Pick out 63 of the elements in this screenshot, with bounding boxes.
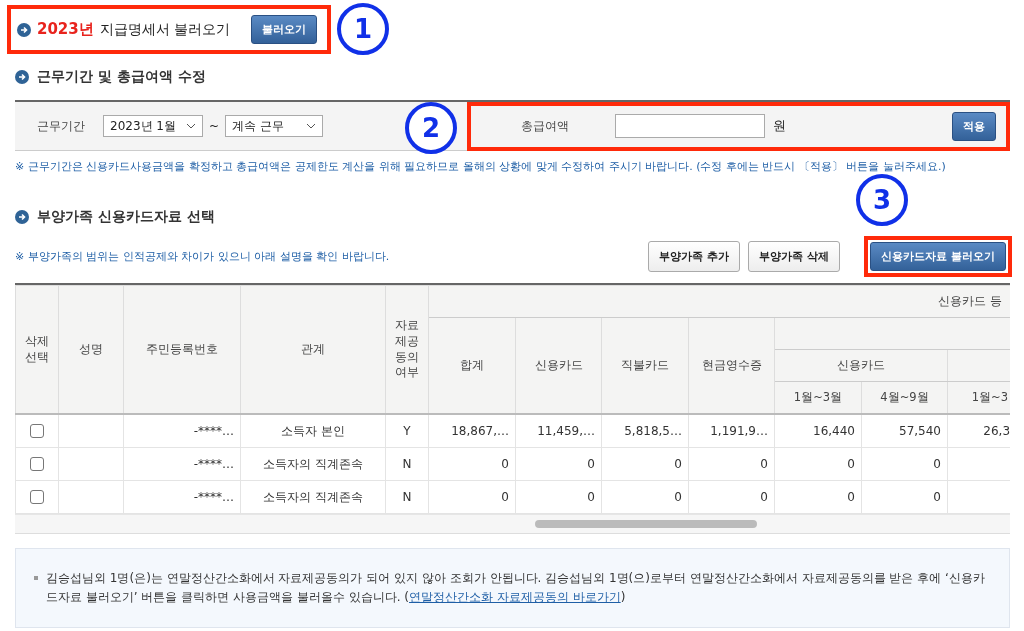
- column-header: 직불카드: [601, 317, 689, 414]
- column-header: 주민등록번호: [123, 285, 241, 414]
- table-cell: Y: [385, 414, 429, 448]
- column-group-header: 신용카드 등: [428, 285, 1010, 318]
- column-header: 삭제선택: [15, 285, 59, 414]
- salary-label: 총급여액: [521, 117, 569, 135]
- year-label: 2023년: [37, 20, 94, 39]
- step-number-badge: 3: [856, 174, 909, 226]
- table-cell: N: [385, 480, 429, 514]
- dependent-button[interactable]: 부양가족 추가: [648, 241, 741, 272]
- section-title: 지급명세서 불러오기: [99, 20, 231, 39]
- info-text: 김승섭님외 1명(은)는 연말정산간소화에서 자료제공동의가 되어 있지 않아 조회가 안됩니다. 김승섭님외 1명(으)로부터 연말정산간소화에서 자료제공동의를 받은 후에 ‘신용카드자료 불러오기’ 버튼을 클릭하면 사용금액을 불러올수 있습니다. (연말정산간소화 자료제공동의 바로가기): [46, 570, 986, 607]
- table-cell: 57,540: [861, 414, 948, 448]
- column-header: 합계: [428, 317, 516, 414]
- step-number-badge: 1: [337, 3, 389, 55]
- table-cell: 0: [428, 480, 516, 514]
- table-cell: 0: [688, 480, 775, 514]
- table-cell: 0: [428, 447, 516, 481]
- unit-label: 원: [773, 117, 786, 135]
- table-cell: 0: [861, 447, 948, 481]
- table-cell: 0: [688, 447, 775, 481]
- end-dropdown[interactable]: 계속 근무: [225, 115, 324, 137]
- step-number-badge: 2: [405, 101, 457, 154]
- table-cell: 0: [601, 447, 689, 481]
- column-header: 현금영수증: [688, 317, 775, 414]
- table-cell: 소득자의 직계존속: [240, 480, 386, 514]
- section-heading: 부양가족 신용카드자료 선택: [37, 208, 215, 226]
- column-header: 자료제공동의여부: [385, 285, 429, 414]
- column-header: 관계: [240, 285, 386, 414]
- column-header: 1월~3월: [774, 381, 862, 414]
- table-cell: 18,867,…: [428, 414, 516, 448]
- table-cell: 1,191,9…: [688, 414, 775, 448]
- table-cell: -****…: [123, 447, 241, 481]
- load-button[interactable]: 불러오기: [251, 15, 317, 44]
- table-cell: 소득자의 직계존속: [240, 447, 386, 481]
- table-cell: -****…: [123, 414, 241, 448]
- start-dropdown[interactable]: 2023년 1월: [103, 115, 203, 137]
- table-cell: 0: [861, 480, 948, 514]
- table-cell: -****…: [123, 480, 241, 514]
- period-label: 근무기간: [37, 117, 85, 135]
- table-cell: 0: [774, 480, 862, 514]
- dependent-button[interactable]: 부양가족 삭제: [748, 241, 841, 272]
- table-cell: 0: [601, 480, 689, 514]
- table-cell: 5,818,5…: [601, 414, 689, 448]
- section-heading: 근무기간 및 총급여액 수정: [37, 68, 206, 86]
- notice-text: ※ 부양가족의 범위는 인적공제와 차이가 있으니 아래 설명을 확인 바랍니다.: [15, 249, 390, 264]
- table-cell: 16,440: [774, 414, 862, 448]
- table-cell: 0: [515, 447, 602, 481]
- range-separator: ~: [209, 119, 220, 133]
- column-header: 4월~9월: [861, 381, 948, 414]
- column-header: 1월~3: [947, 381, 1010, 414]
- table-cell: 11,459,…: [515, 414, 602, 448]
- column-header: 성명: [58, 285, 124, 414]
- column-group-header: 신용카드: [774, 349, 948, 382]
- load-card-data-button[interactable]: 신용카드자료 불러오기: [870, 242, 1006, 271]
- column-header: 신용카드: [515, 317, 602, 414]
- table-cell: N: [385, 447, 429, 481]
- apply-button[interactable]: 적용: [952, 111, 996, 141]
- table-cell: 0: [515, 480, 602, 514]
- notice-text: ※ 근무기간은 신용카드사용금액을 확정하고 총급여액은 공제한도 계산을 위해 필요하므로 올해의 상황에 맞게 수정하여 주시기 바랍니다. (수정 후에는 반드시 〔적용〕 버튼을 눌러주세요.): [15, 159, 947, 174]
- consent-link[interactable]: 연말정산간소화 자료제공동의 바로가기: [409, 590, 621, 605]
- table-cell: 소득자 본인: [240, 414, 386, 448]
- table-cell: 0: [774, 447, 862, 481]
